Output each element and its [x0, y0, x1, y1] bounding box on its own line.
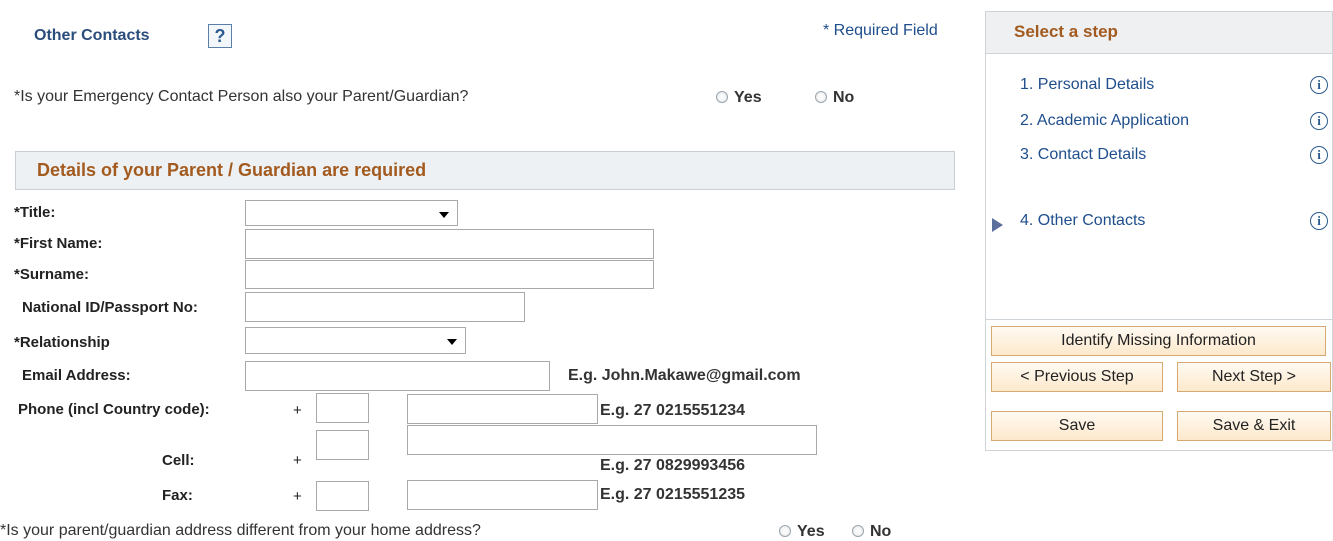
- step-contact-details-info-icon[interactable]: i: [1310, 146, 1328, 164]
- title-label: *Title:: [14, 204, 56, 221]
- cell-label: Cell:: [162, 452, 195, 469]
- fax-example: E.g. 27 0215551235: [600, 486, 746, 503]
- step-personal-details-info-icon[interactable]: i: [1310, 76, 1328, 94]
- email-example: E.g. John.Makawe@gmail.com: [568, 367, 801, 384]
- cell-number-field[interactable]: [407, 425, 817, 455]
- required-field-note: * Required Field: [823, 22, 938, 39]
- address-yes-radio[interactable]: [779, 525, 791, 537]
- phone-label: Phone (incl Country code):: [18, 401, 210, 418]
- step-contact-details[interactable]: 3. Contact Details: [1020, 146, 1146, 164]
- fax-country-code-field[interactable]: [316, 481, 369, 511]
- identify-missing-information-button[interactable]: Identify Missing Information: [991, 326, 1326, 356]
- emergency-no-option[interactable]: No: [815, 89, 854, 107]
- fax-number-field[interactable]: [407, 480, 598, 510]
- relationship-select[interactable]: [245, 327, 466, 354]
- first-name-label: *First Name:: [14, 235, 103, 252]
- step-academic-application[interactable]: 2. Academic Application: [1020, 112, 1189, 130]
- step-other-contacts-info-icon[interactable]: i: [1310, 212, 1328, 230]
- surname-label: *Surname:: [14, 266, 90, 283]
- cell-example: E.g. 27 0829993456: [600, 457, 746, 474]
- fax-plus: +: [293, 488, 302, 505]
- emergency-yes-label: Yes: [734, 89, 762, 106]
- step-personal-details[interactable]: 1. Personal Details: [1020, 76, 1154, 94]
- emergency-yes-option[interactable]: Yes: [716, 89, 762, 107]
- surname-field[interactable]: [245, 260, 654, 289]
- step-panel-title: Select a step: [1014, 22, 1118, 41]
- details-panel-title: Details of your Parent / Guardian are re…: [37, 160, 427, 180]
- address-yes-label: Yes: [797, 523, 825, 540]
- step-other-contacts[interactable]: 4. Other Contacts: [1020, 212, 1145, 230]
- fax-label: Fax:: [162, 487, 193, 504]
- step-panel-divider: [986, 319, 1333, 320]
- step-academic-application-info-icon[interactable]: i: [1310, 112, 1328, 130]
- details-panel-header: Details of your Parent / Guardian are re…: [15, 151, 955, 190]
- address-no-option[interactable]: No: [852, 523, 891, 541]
- email-label: Email Address:: [22, 367, 131, 384]
- current-step-arrow-icon: [992, 218, 1003, 232]
- save-button[interactable]: Save: [991, 411, 1163, 441]
- cell-plus: +: [293, 452, 302, 469]
- address-question: *Is your parent/guardian address differe…: [0, 522, 481, 539]
- save-and-exit-button[interactable]: Save & Exit: [1177, 411, 1331, 441]
- phone-number-field[interactable]: [407, 394, 598, 424]
- phone-plus: +: [293, 402, 302, 419]
- national-id-field[interactable]: [245, 292, 525, 322]
- cell-country-code-field[interactable]: [316, 430, 369, 460]
- emergency-no-label: No: [833, 89, 855, 106]
- title-select[interactable]: [245, 200, 458, 226]
- step-panel-header: Select a step: [986, 12, 1332, 54]
- emergency-no-radio[interactable]: [815, 91, 827, 103]
- phone-example: E.g. 27 0215551234: [600, 402, 746, 419]
- relationship-label: *Relationship: [14, 334, 110, 351]
- help-icon[interactable]: ?: [208, 24, 232, 48]
- section-title: Other Contacts: [34, 27, 150, 44]
- email-field[interactable]: [245, 361, 550, 391]
- phone-country-code-field[interactable]: [316, 393, 369, 423]
- address-no-radio[interactable]: [852, 525, 864, 537]
- address-yes-option[interactable]: Yes: [779, 523, 825, 541]
- next-step-button[interactable]: Next Step >: [1177, 362, 1331, 392]
- address-no-label: No: [870, 523, 892, 540]
- national-id-label: National ID/Passport No:: [22, 299, 198, 316]
- emergency-question: *Is your Emergency Contact Person also y…: [14, 88, 469, 105]
- previous-step-button[interactable]: < Previous Step: [991, 362, 1163, 392]
- emergency-yes-radio[interactable]: [716, 91, 728, 103]
- first-name-field[interactable]: [245, 229, 654, 259]
